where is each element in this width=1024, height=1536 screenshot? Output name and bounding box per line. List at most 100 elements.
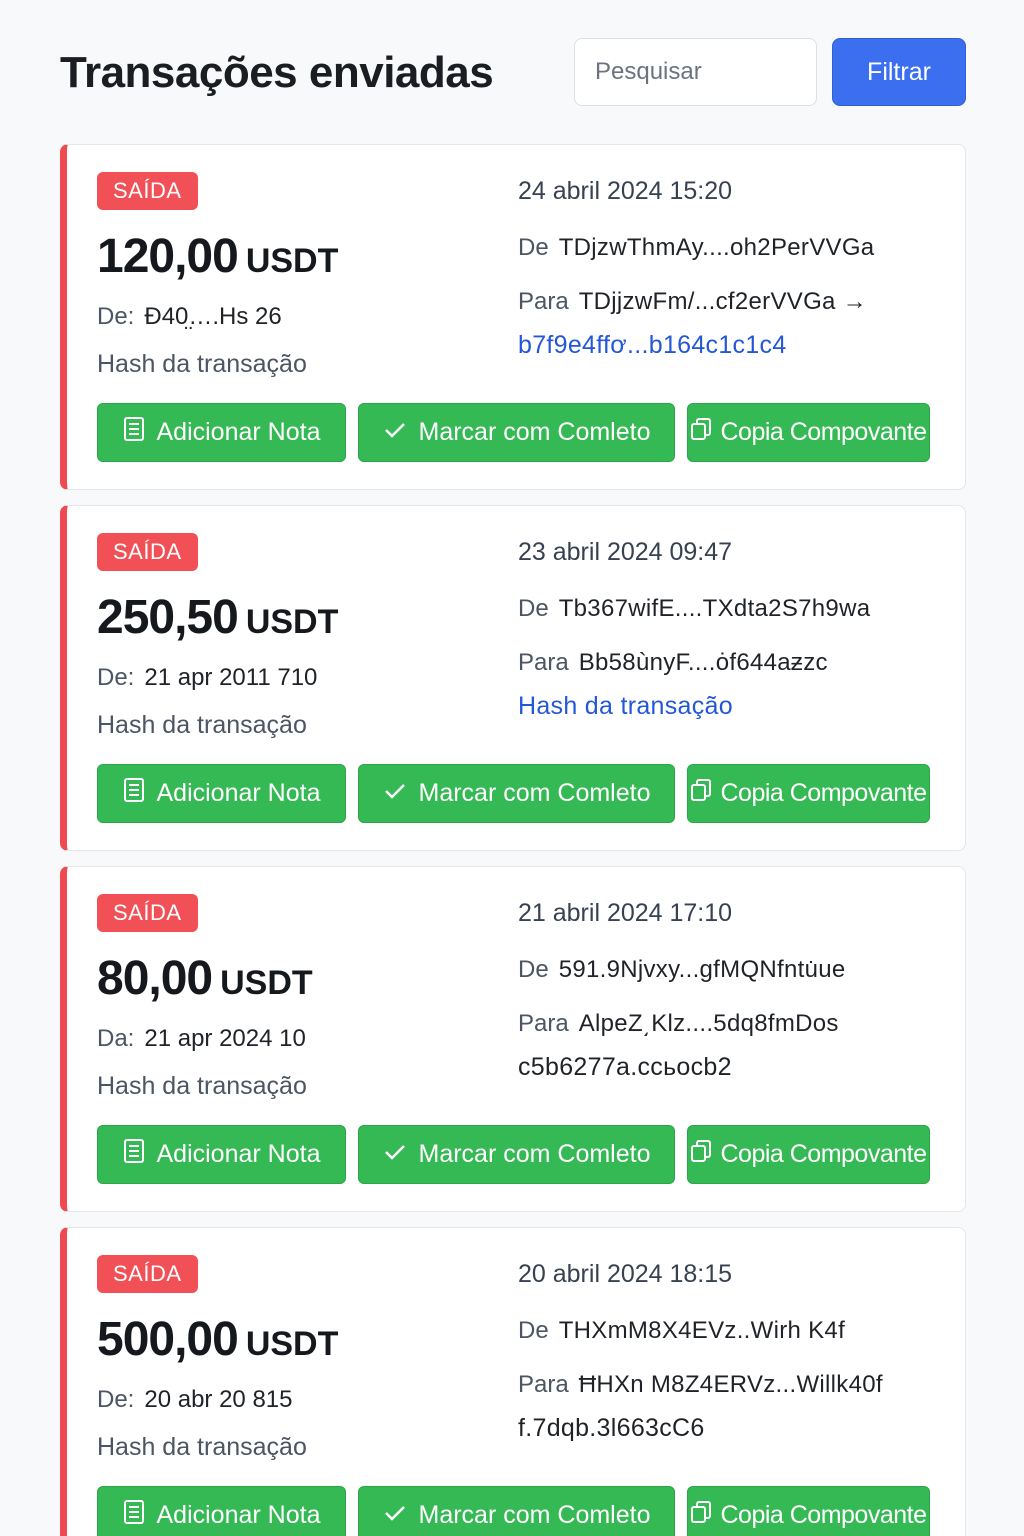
para-label: Para [518, 1010, 569, 1037]
add-note-label: Adicionar Nota [156, 779, 321, 807]
add-note-label: Adicionar Nota [156, 1140, 321, 1168]
document-icon [123, 1138, 145, 1171]
sender-address: De THXmM8X4EVz..Wirh K4f [518, 1317, 845, 1345]
transaction-date: 24 abril 2024 15:20 [518, 177, 733, 205]
check-icon [383, 1501, 407, 1530]
mark-complete-button[interactable]: Marcar com Comleto [358, 1125, 675, 1184]
para-value: AlpeZ͵Klz....5dq8fmDos [578, 1010, 839, 1037]
transaction-hash: c5b6277a.ccьocb2 [518, 1053, 732, 1081]
de-value: TDjzwThmAy....oh2PerVVGa [558, 234, 875, 261]
transaction-card: SAÍDA 80,00 USDT Da: 21 apr 2024 10 Hash d… [60, 866, 966, 1212]
from-line: De: Đ40̤….Hs 26 [97, 303, 282, 331]
search-input[interactable] [574, 38, 817, 106]
document-icon [123, 1499, 145, 1532]
amount-value: 80,00 [97, 952, 213, 1005]
add-note-button[interactable]: Adicionar Nota [97, 403, 346, 462]
copy-icon [690, 1500, 712, 1531]
status-badge: SAÍDA [97, 1255, 198, 1293]
para-label: Para [518, 649, 569, 676]
transaction-card: SAÍDA 250,50 USDT De: 21 apr 2011 710 Hash… [60, 505, 966, 851]
copy-receipt-button[interactable]: Copia Compovante [687, 1486, 930, 1536]
de-label: De [518, 956, 549, 983]
copy-receipt-button[interactable]: Copia Compovante [687, 1125, 930, 1184]
recipient-address: Para TDjjzwFm/...cf2erVVGa → [518, 288, 867, 316]
amount-currency: USDT [245, 603, 339, 641]
transaction-hash: f.7dqb.3l663cC6 [518, 1414, 705, 1442]
status-badge: SAÍDA [97, 172, 198, 210]
hash-label: Hash da transação [97, 1072, 307, 1100]
transaction-amount: 120,00 USDT [97, 229, 338, 284]
copy-receipt-label: Copia Compovante [720, 1501, 927, 1529]
status-badge: SAÍDA [97, 533, 198, 571]
from-value: 21 apr 2024 10 [144, 1025, 306, 1052]
recipient-address: Para Bb58ùnyF....ȯf644aƶzc [518, 649, 828, 677]
add-note-label: Adicionar Nota [156, 1501, 321, 1529]
hash-label: Hash da transação [97, 711, 307, 739]
hash-label: Hash da transação [97, 1433, 307, 1461]
de-label: De [518, 1317, 549, 1344]
from-value: 21 apr 2011 710 [144, 664, 318, 691]
check-icon [383, 779, 407, 808]
sender-address: De TDjzwThmAy....oh2PerVVGa [518, 234, 874, 262]
from-value: Đ40̤….Hs 26 [144, 303, 282, 330]
from-line: De: 20 abr 20 815 [97, 1386, 292, 1414]
mark-complete-label: Marcar com Comleto [418, 1501, 651, 1529]
from-label: De: [97, 664, 135, 691]
document-icon [123, 777, 145, 810]
copy-icon [690, 1139, 712, 1170]
mark-complete-button[interactable]: Marcar com Comleto [358, 403, 675, 462]
para-value: TDjjzwFm/...cf2erVVGa → [578, 288, 867, 315]
page-header: Transações enviadas Filtrar [0, 0, 1024, 140]
copy-icon [690, 417, 712, 448]
de-label: De [518, 595, 549, 622]
recipient-address: Para ĦHXn M8Z4ERVz...Willk40f [518, 1371, 883, 1399]
status-badge: SAÍDA [97, 894, 198, 932]
mark-complete-button[interactable]: Marcar com Comleto [358, 764, 675, 823]
check-icon [383, 1140, 407, 1169]
recipient-address: Para AlpeZ͵Klz....5dq8fmDos [518, 1010, 839, 1038]
amount-value: 120,00 [97, 230, 239, 283]
copy-receipt-button[interactable]: Copia Compovante [687, 403, 930, 462]
transaction-list: SAÍDA 120,00 USDT De: Đ40̤….Hs 26 Hash da … [60, 144, 966, 1536]
transaction-card: SAÍDA 500,00 USDT De: 20 abr 20 815 Hash d… [60, 1227, 966, 1536]
check-icon [383, 418, 407, 447]
mark-complete-label: Marcar com Comleto [418, 779, 651, 807]
amount-value: 500,00 [97, 1313, 239, 1366]
de-label: De [518, 234, 549, 261]
copy-receipt-button[interactable]: Copia Compovante [687, 764, 930, 823]
mark-complete-label: Marcar com Comleto [418, 418, 651, 446]
add-note-button[interactable]: Adicionar Nota [97, 1125, 346, 1184]
transaction-amount: 500,00 USDT [97, 1312, 338, 1367]
para-value: ĦHXn M8Z4ERVz...Willk40f [578, 1371, 883, 1398]
transaction-hash[interactable]: b7f9e4ffơ...b164c1c1c4 [518, 331, 787, 360]
page-title: Transações enviadas [60, 48, 494, 97]
mark-complete-label: Marcar com Comleto [418, 1140, 651, 1168]
add-note-button[interactable]: Adicionar Nota [97, 764, 346, 823]
filter-button[interactable]: Filtrar [832, 38, 966, 106]
transaction-amount: 250,50 USDT [97, 590, 338, 645]
amount-currency: USDT [245, 242, 339, 280]
para-value: Bb58ùnyF....ȯf644aƶzc [578, 649, 828, 676]
copy-receipt-label: Copia Compovante [720, 418, 927, 446]
copy-receipt-label: Copia Compovante [720, 1140, 927, 1168]
hash-label: Hash da transação [97, 350, 307, 378]
de-value: THXmM8X4EVz..Wirh K4f [558, 1317, 846, 1344]
add-note-label: Adicionar Nota [156, 418, 321, 446]
de-value: Tb367wifE....TXdta2S7h9wa [558, 595, 871, 622]
sender-address: De 591.9Njvxy...gfMQNfntu̇ue [518, 956, 846, 984]
transaction-date: 21 abril 2024 17:10 [518, 899, 733, 927]
de-value: 591.9Njvxy...gfMQNfntu̇ue [558, 956, 846, 983]
transaction-date: 20 abril 2024 18:15 [518, 1260, 733, 1288]
from-label: De: [97, 303, 135, 330]
amount-currency: USDT [245, 1325, 339, 1363]
amount-currency: USDT [220, 964, 313, 1002]
transaction-amount: 80,00 USDT [97, 951, 313, 1006]
add-note-button[interactable]: Adicionar Nota [97, 1486, 346, 1536]
para-label: Para [518, 1371, 569, 1398]
from-line: Da: 21 apr 2024 10 [97, 1025, 306, 1053]
copy-receipt-label: Copia Compovante [720, 779, 927, 807]
transaction-hash[interactable]: Hash da transação [518, 692, 733, 721]
transaction-date: 23 abril 2024 09:47 [518, 538, 733, 566]
para-label: Para [518, 288, 569, 315]
mark-complete-button[interactable]: Marcar com Comleto [358, 1486, 675, 1536]
